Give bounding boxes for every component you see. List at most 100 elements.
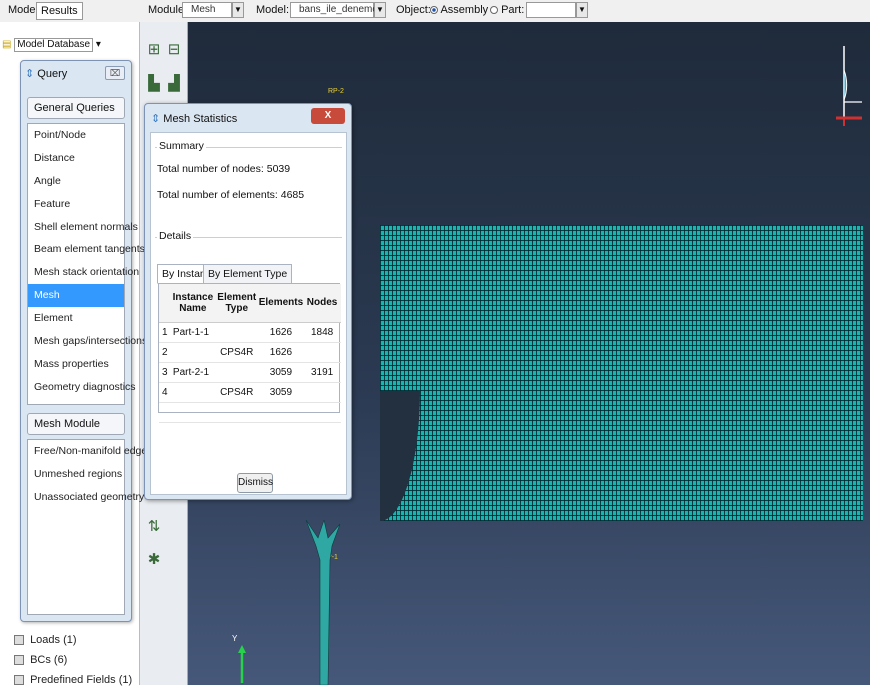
query-item-unassociated-geometry[interactable]: Unassociated geometry bbox=[28, 486, 144, 509]
column-header-nodes[interactable]: Nodes bbox=[303, 284, 341, 323]
nodes-cell: 3191 bbox=[303, 362, 341, 383]
empty-cell bbox=[170, 402, 215, 423]
query-item-element[interactable]: Element bbox=[28, 307, 124, 330]
instance-name-cell: Part-1-1 bbox=[170, 322, 215, 343]
module-select[interactable]: Mesh bbox=[182, 2, 232, 18]
query-title-text: Query bbox=[37, 68, 68, 80]
query-item-mesh[interactable]: Mesh bbox=[28, 284, 124, 308]
column-header-instance-name[interactable]: Instance Name bbox=[170, 284, 215, 323]
mesh-fillet-cutout bbox=[380, 391, 420, 521]
query-item-feature[interactable]: Feature bbox=[28, 193, 124, 216]
query-item-point-node[interactable]: Point/Node bbox=[28, 124, 124, 147]
tree-item-loads[interactable]: Loads (1) bbox=[14, 634, 77, 646]
total-elements-text: Total number of elements: 4685 bbox=[157, 189, 305, 201]
query-item-mesh-stack-orientation[interactable]: Mesh stack orientation bbox=[28, 261, 139, 284]
elements-cell: 1626 bbox=[258, 342, 304, 363]
nodes-cell bbox=[303, 342, 341, 363]
mesh-region-icon[interactable]: ▟ bbox=[164, 74, 184, 94]
elements-cell: 3059 bbox=[258, 382, 304, 403]
query-item-beam-element-tangents[interactable]: Beam element tangents bbox=[28, 238, 145, 261]
mesh-statistics-body: Summary Total number of nodes: 5039 Tota… bbox=[150, 132, 347, 495]
part-label: Part: bbox=[501, 4, 525, 16]
row-index: 3 bbox=[159, 362, 171, 383]
column-header-index bbox=[159, 284, 171, 323]
query-dialog[interactable]: ⇕ Query ⌧ General Queries Point/Node Dist… bbox=[20, 60, 152, 622]
mesh-statistics-title-text: Mesh Statistics bbox=[163, 113, 238, 125]
instance-name-cell bbox=[170, 382, 215, 403]
query-title: ⇕ Query bbox=[25, 67, 67, 80]
nodes-cell bbox=[303, 382, 341, 403]
module-tabs: Model Results bbox=[0, 0, 140, 22]
query-item-geometry-diagnostics[interactable]: Geometry diagnostics bbox=[28, 376, 136, 399]
query-window-icon: ⇕ bbox=[25, 68, 35, 80]
database-icon: ▤ bbox=[2, 39, 12, 50]
mesh-statistics-title: ⇕ Mesh Statistics bbox=[151, 112, 237, 125]
model-label: Model: bbox=[256, 4, 290, 16]
mesh-part-icon[interactable]: ▙ bbox=[144, 74, 164, 94]
table-row[interactable]: 2 CPS4R 1626 bbox=[159, 342, 341, 363]
tab-by-element-type[interactable]: By Element Type bbox=[203, 264, 293, 284]
mesh-statistics-dialog[interactable]: ⇕ Mesh Statistics X Summary Total number… bbox=[144, 103, 352, 500]
reference-part-post bbox=[305, 520, 341, 685]
fields-icon bbox=[14, 675, 24, 686]
seed-part-icon[interactable]: ⊞ bbox=[144, 40, 164, 60]
rp-2-label: RP-2 bbox=[328, 88, 344, 95]
element-type-cell: CPS4R bbox=[214, 342, 259, 363]
edit-mesh-icon[interactable]: ⇅ bbox=[144, 517, 164, 537]
tab-results[interactable]: Results bbox=[36, 2, 83, 20]
model-dropdown-icon[interactable]: ▼ bbox=[374, 2, 386, 18]
tree-item-label: Loads (1) bbox=[30, 634, 77, 646]
empty-cell bbox=[159, 402, 171, 423]
module-dropdown-icon[interactable]: ▼ bbox=[232, 2, 244, 18]
query-item-mesh-gaps-intersections[interactable]: Mesh gaps/intersections bbox=[28, 330, 147, 353]
statistics-table: Instance Name Element Type Elements Node… bbox=[158, 283, 341, 423]
instance-name-cell: Part-2-1 bbox=[170, 362, 215, 383]
row-index: 4 bbox=[159, 382, 171, 403]
mesh-module-queries-header[interactable]: Mesh Module Queries bbox=[27, 413, 125, 450]
row-index: 1 bbox=[159, 322, 171, 343]
table-row-empty bbox=[159, 402, 341, 423]
query-item-shell-element-normals[interactable]: Shell element normals bbox=[28, 216, 138, 239]
summary-label: Summary bbox=[157, 140, 206, 152]
tree-item-bcs[interactable]: BCs (6) bbox=[14, 654, 67, 666]
query-item-mass-properties[interactable]: Mass properties bbox=[28, 353, 124, 376]
dialog-window-icon: ⇕ bbox=[151, 113, 161, 125]
element-type-cell bbox=[214, 362, 259, 383]
empty-cell bbox=[258, 402, 304, 423]
object-label: Object: bbox=[396, 4, 431, 16]
verify-mesh-icon[interactable]: ✱ bbox=[144, 550, 164, 570]
query-item-unmeshed-regions[interactable]: Unmeshed regions bbox=[28, 463, 124, 486]
tree-item-label: Predefined Fields (1) bbox=[30, 674, 133, 686]
tree-item-predefined-fields[interactable]: Predefined Fields (1) bbox=[14, 674, 132, 686]
part-radio[interactable] bbox=[490, 6, 498, 15]
empty-cell bbox=[214, 402, 259, 423]
query-item-distance[interactable]: Distance bbox=[28, 147, 124, 170]
query-item-free-non-manifold-edges[interactable]: Free/Non-manifold edges bbox=[28, 440, 152, 463]
query-item-angle[interactable]: Angle bbox=[28, 170, 124, 193]
chevron-down-icon[interactable]: ▾ bbox=[96, 39, 101, 50]
model-select[interactable]: bans_ile_deneme bbox=[290, 2, 378, 18]
axis-y-label: Y bbox=[232, 634, 238, 643]
total-nodes-text: Total number of nodes: 5039 bbox=[157, 163, 291, 175]
close-button[interactable]: X bbox=[311, 108, 345, 124]
element-type-cell bbox=[214, 322, 259, 343]
mesh-plot bbox=[380, 225, 863, 521]
elements-cell: 1626 bbox=[258, 322, 304, 343]
row-index: 2 bbox=[159, 342, 171, 363]
column-header-elements[interactable]: Elements bbox=[258, 284, 304, 323]
assembly-radio-group[interactable]: Assembly bbox=[430, 4, 488, 16]
part-radio-group[interactable]: Part: bbox=[490, 4, 524, 16]
column-header-element-type[interactable]: Element Type bbox=[214, 284, 259, 323]
part-select[interactable] bbox=[526, 2, 576, 18]
query-close-button[interactable]: ⌧ bbox=[105, 66, 125, 80]
seed-edge-icon[interactable]: ⊟ bbox=[164, 40, 184, 60]
context-bar: Module: Mesh ▼ Model: bans_ile_deneme ▼ … bbox=[140, 0, 870, 22]
part-dropdown-icon[interactable]: ▼ bbox=[576, 2, 588, 18]
table-row[interactable]: 1 Part-1-1 1626 1848 bbox=[159, 322, 341, 343]
dismiss-button[interactable]: Dismiss bbox=[237, 473, 273, 493]
table-row[interactable]: 4 CPS4R 3059 bbox=[159, 382, 341, 403]
assembly-radio[interactable] bbox=[430, 6, 438, 15]
general-queries-header[interactable]: General Queries bbox=[27, 97, 125, 119]
table-row[interactable]: 3 Part-2-1 3059 3191 bbox=[159, 362, 341, 383]
model-database-select[interactable]: Model Database bbox=[14, 38, 94, 52]
